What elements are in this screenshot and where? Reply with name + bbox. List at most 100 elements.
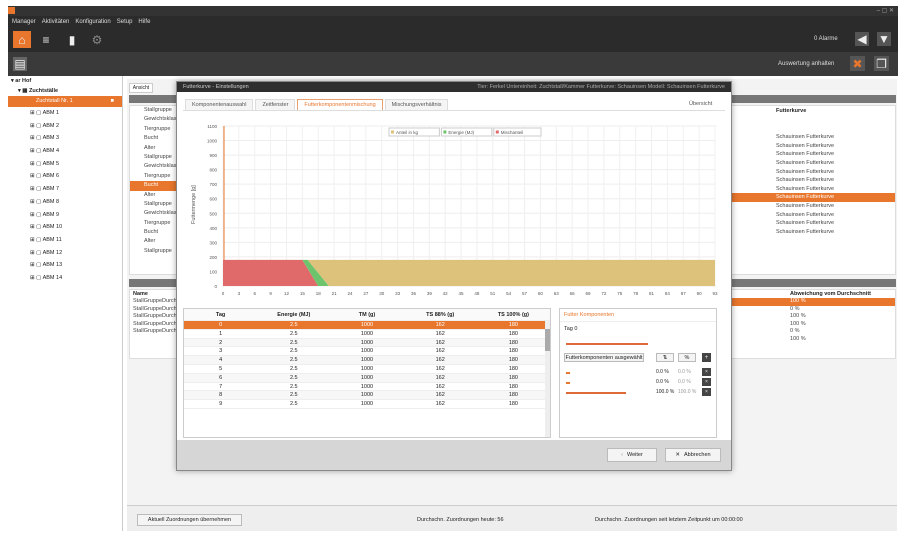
tree-item-2[interactable]: ⊞ ▢ ABM 2 bbox=[8, 120, 122, 133]
right-list-item[interactable]: Schauinsen Futterkurve bbox=[732, 193, 895, 202]
tab-zeitfenster[interactable]: Zeitfenster bbox=[255, 99, 296, 110]
right-list-item[interactable]: Schauinsen Futterkurve bbox=[732, 168, 895, 177]
chart-icon[interactable]: ▮ bbox=[63, 31, 81, 48]
sidebar-toggle-icon[interactable]: ▤ bbox=[13, 57, 27, 71]
mix-remove-icon[interactable]: × bbox=[702, 378, 711, 386]
cancel-button[interactable]: ✕ Abbrechen bbox=[665, 448, 721, 462]
speaker-icon[interactable]: ◀ bbox=[855, 32, 869, 46]
menu-item-hilfe[interactable]: Hilfe bbox=[138, 19, 150, 25]
table-cell: 1000 bbox=[360, 401, 374, 408]
components-selected-button[interactable]: Futterkomponenten ausgewählt bbox=[564, 353, 644, 362]
alarm-count[interactable]: 0 Alarme bbox=[814, 36, 838, 42]
right-list-item[interactable]: Schauinsen Futterkurve bbox=[732, 159, 895, 168]
deviation-item[interactable]: 100 % bbox=[732, 336, 895, 344]
dialog-tabs: Komponentenauswahl Zeitfenster Futterkom… bbox=[185, 99, 450, 110]
table-scrollbar[interactable] bbox=[545, 321, 550, 437]
table-cell: 2.5 bbox=[289, 330, 298, 337]
col-header[interactable]: TS 88% (g) bbox=[404, 309, 477, 320]
list-icon[interactable]: ≡ bbox=[37, 31, 55, 48]
component-panel: Futter Komponenten Tag 0 Futterkomponent… bbox=[559, 308, 717, 438]
right-list-item[interactable]: Schauinsen Futterkurve bbox=[732, 228, 895, 237]
panel-percent-button[interactable]: % bbox=[678, 353, 696, 362]
table-row[interactable]: 8 2.5 1000 162 180 bbox=[184, 391, 550, 401]
table-cell: 162 bbox=[435, 365, 445, 372]
tree-root[interactable]: ▾ ar Hof bbox=[8, 76, 122, 86]
y-tick-label: 200 bbox=[209, 255, 217, 260]
tree-group[interactable]: ▾ ▦ Zuchtställe bbox=[8, 86, 122, 96]
window-icon[interactable]: ❐ bbox=[874, 56, 889, 71]
x-tick-label: 12 bbox=[284, 291, 290, 296]
right-list-item[interactable]: Schauinsen Futterkurve bbox=[732, 185, 895, 194]
tree-item-7[interactable]: ⊞ ▢ ABM 7 bbox=[8, 183, 122, 196]
evaluation-label[interactable]: Auswertung anhalten bbox=[778, 61, 834, 67]
panel-add-icon[interactable]: + bbox=[702, 353, 711, 362]
table-row[interactable]: 7 2.5 1000 162 180 bbox=[184, 383, 550, 392]
app-logo-icon bbox=[8, 7, 15, 14]
tree-item-4[interactable]: ⊞ ▢ ABM 4 bbox=[8, 145, 122, 158]
table-cell: 2 bbox=[219, 339, 223, 346]
tool-icon[interactable]: ⚙ bbox=[88, 31, 106, 48]
next-button[interactable]: ‹ Weiter bbox=[607, 448, 657, 462]
table-row[interactable]: 0 2.5 1000 162 180 bbox=[184, 321, 550, 330]
panel-edit-button[interactable]: ⇅ bbox=[656, 353, 674, 362]
col-header[interactable]: Energie (MJ) bbox=[257, 309, 330, 320]
menu-item-aktivitaeten[interactable]: Aktivitäten bbox=[42, 19, 70, 25]
right-list-item[interactable]: Schauinsen Futterkurve bbox=[732, 219, 895, 228]
deviation-item[interactable]: 100 % bbox=[732, 321, 895, 329]
col-header[interactable]: Tag bbox=[184, 309, 257, 320]
table-row[interactable]: 6 2.5 1000 162 180 bbox=[184, 373, 550, 383]
filter-icon[interactable]: ▼ bbox=[877, 32, 891, 46]
right-list-item[interactable] bbox=[732, 116, 895, 125]
tab-ansicht[interactable]: Ansicht bbox=[129, 83, 153, 93]
tree-item-8[interactable]: ⊞ ▢ ABM 8 bbox=[8, 196, 122, 209]
menu-item-manager[interactable]: Manager bbox=[12, 19, 36, 25]
tree-item-6[interactable]: ⊞ ▢ ABM 6 bbox=[8, 170, 122, 183]
window-controls[interactable]: – ▢ ✕ bbox=[877, 7, 894, 14]
table-row[interactable]: 9 2.5 1000 162 180 bbox=[184, 400, 550, 409]
tree-item-selected[interactable]: Zuchtstall Nr. 1 ■ bbox=[8, 96, 122, 107]
deviation-item[interactable]: 100 % bbox=[732, 298, 895, 306]
mix-remove-icon[interactable]: × bbox=[702, 368, 711, 376]
tree-item-3[interactable]: ⊞ ▢ ABM 3 bbox=[8, 132, 122, 145]
tree-item-12[interactable]: ⊞ ▢ ABM 12 bbox=[8, 247, 122, 260]
tree-item-14[interactable]: ⊞ ▢ ABM 14 bbox=[8, 272, 122, 285]
deviation-item[interactable]: 0 % bbox=[732, 306, 895, 314]
x-tick-label: 66 bbox=[570, 291, 576, 296]
table-row[interactable]: 3 2.5 1000 162 180 bbox=[184, 347, 550, 357]
deviation-item[interactable]: 100 % bbox=[732, 313, 895, 321]
mix-remove-icon[interactable]: × bbox=[702, 388, 711, 396]
table-row[interactable]: 5 2.5 1000 162 180 bbox=[184, 365, 550, 374]
tab-mischungsverhaeltnis[interactable]: Mischungsverhältnis bbox=[384, 99, 449, 110]
table-row[interactable]: 4 2.5 1000 162 180 bbox=[184, 356, 550, 365]
tab-futterkomponentenmischung[interactable]: Futterkomponentenmischung bbox=[297, 99, 383, 110]
right-list-item[interactable] bbox=[732, 125, 895, 134]
menu-item-konfiguration[interactable]: Konfiguration bbox=[75, 19, 110, 25]
table-row[interactable]: 1 2.5 1000 162 180 bbox=[184, 330, 550, 339]
tree-item-9[interactable]: ⊞ ▢ ABM 9 bbox=[8, 209, 122, 222]
tree-item-1[interactable]: ⊞ ▢ ABM 1 bbox=[8, 107, 122, 120]
tab-komponentenauswahl[interactable]: Komponentenauswahl bbox=[185, 99, 254, 110]
table-cell: 1000 bbox=[360, 348, 374, 355]
tree-item-5[interactable]: ⊞ ▢ ABM 5 bbox=[8, 158, 122, 171]
right-list-item[interactable]: Schauinsen Futterkurve bbox=[732, 142, 895, 151]
right-list-item[interactable]: Schauinsen Futterkurve bbox=[732, 202, 895, 211]
deviation-item[interactable]: 0 % bbox=[732, 328, 895, 336]
col-header[interactable]: TS 100% (g) bbox=[477, 309, 550, 320]
right-list-item[interactable]: Schauinsen Futterkurve bbox=[732, 176, 895, 185]
tree-item-11[interactable]: ⊞ ▢ ABM 11 bbox=[8, 234, 122, 247]
apply-assignments-button[interactable]: Aktuell Zuordnungen übernehmen bbox=[137, 514, 242, 526]
right-list-item[interactable]: Schauinsen Futterkurve bbox=[732, 150, 895, 159]
right-list-item[interactable]: Schauinsen Futterkurve bbox=[732, 133, 895, 142]
right-list-item[interactable]: Schauinsen Futterkurve bbox=[732, 211, 895, 220]
col-header[interactable]: TM (g) bbox=[330, 309, 403, 320]
legend-swatch bbox=[391, 130, 394, 134]
tree-item-13[interactable]: ⊞ ▢ ABM 13 bbox=[8, 259, 122, 272]
table-row[interactable]: 2 2.5 1000 162 180 bbox=[184, 338, 550, 348]
table-cell: 180 bbox=[508, 374, 518, 381]
menu-item-setup[interactable]: Setup bbox=[117, 19, 133, 25]
overview-link[interactable]: Übersicht bbox=[683, 99, 718, 110]
tree-item-10[interactable]: ⊞ ▢ ABM 10 bbox=[8, 221, 122, 234]
home-icon[interactable]: ⌂ bbox=[13, 31, 31, 48]
progress-bar-main bbox=[566, 343, 648, 345]
stop-eval-icon[interactable]: ✖ bbox=[850, 56, 865, 71]
